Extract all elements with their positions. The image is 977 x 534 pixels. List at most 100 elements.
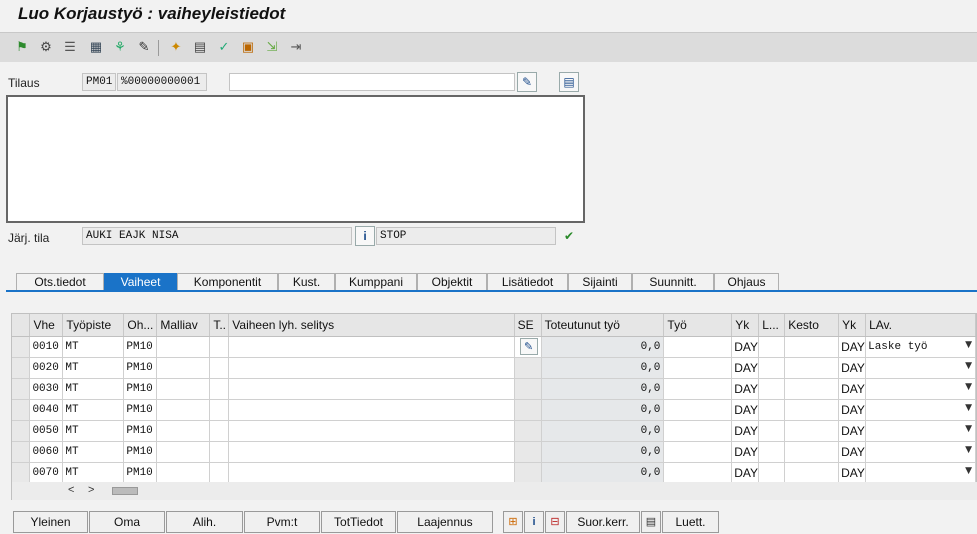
table-row[interactable]: 0060 MT PM10 0,0 DAY DAY ▼ [12,441,976,463]
execution-factor-button[interactable]: Suor.kerr. [566,511,640,533]
cell-l[interactable] [758,378,786,400]
cell-duration[interactable] [784,462,840,484]
cell-short-text[interactable] [228,378,515,400]
cell-unit[interactable]: DAY [731,336,760,358]
row-selector[interactable] [12,441,31,463]
cell-unit-2[interactable]: DAY [838,399,867,421]
cell-standard-text[interactable] [156,420,211,442]
col-header-duration[interactable]: Kesto [784,314,840,337]
cell-calc-key[interactable]: ▼ [865,399,976,421]
status-change-button[interactable]: ✔ [559,226,579,246]
cell-l[interactable] [758,420,786,442]
cell-operation[interactable]: 0040 [29,399,64,421]
cell-standard-text[interactable] [156,399,211,421]
print-icon[interactable]: ▣ [240,39,256,55]
edit-icon[interactable]: ✎ [136,39,152,55]
delete-rows-button[interactable]: ⊟ [545,511,565,533]
list-button[interactable]: ▤ [641,511,661,533]
cell-se[interactable] [514,420,542,442]
col-header-se[interactable]: SE [514,314,542,337]
cell-standard-text[interactable] [156,357,211,379]
col-header-control-key[interactable]: Oh... [123,314,158,337]
cell-unit[interactable]: DAY [731,378,760,400]
cell-operation[interactable]: 0010 [29,336,64,358]
cell-l[interactable] [758,399,786,421]
forward-icon[interactable]: ⇥ [288,39,304,55]
row-selector[interactable] [12,462,31,484]
cell-work[interactable] [663,420,733,442]
table-row[interactable]: 0010 MT PM10 ✎ 0,0 DAY DAY Laske työ ▼ [12,336,976,358]
cell-se[interactable] [514,441,542,463]
cell-unit-2[interactable]: DAY [838,462,867,484]
cell-calc-key[interactable]: Laske työ ▼ [865,336,976,358]
cell-se[interactable] [514,399,542,421]
enhancement-button[interactable]: Laajennus [397,511,493,533]
order-number-field[interactable]: %00000000001 [117,73,207,91]
row-selector[interactable] [12,420,31,442]
order-type-field[interactable]: PM01 [82,73,116,91]
scroll-right-button[interactable]: > [88,484,94,496]
tab-header-data[interactable]: Ots.tiedot [16,273,104,291]
col-header-actual-work[interactable]: Toteutunut työ [541,314,665,337]
actual-data-button[interactable]: TotTiedot [321,511,396,533]
scroll-left-button[interactable]: < [68,484,74,496]
cell-standard-text[interactable] [156,441,211,463]
cell-calc-key[interactable]: ▼ [865,378,976,400]
row-selector[interactable] [12,336,31,358]
cell-duration[interactable] [784,336,840,358]
general-button[interactable]: Yleinen [13,511,88,533]
cell-work[interactable] [663,462,733,484]
col-header-unit-2[interactable]: Yk [838,314,867,337]
col-header-t[interactable]: T.. [209,314,230,337]
cell-work[interactable] [663,378,733,400]
cell-operation[interactable]: 0020 [29,357,64,379]
cell-se[interactable] [514,357,542,379]
cell-control-key[interactable]: PM10 [123,399,158,421]
list-icon[interactable]: ☰ [62,39,78,55]
cell-work-center[interactable]: MT [62,420,125,442]
row-selector[interactable] [12,378,31,400]
cell-t[interactable] [209,441,230,463]
cell-standard-text[interactable] [156,462,211,484]
tab-operations[interactable]: Vaiheet [104,273,177,291]
settings-icon[interactable]: ⚙ [38,39,54,55]
dates-button[interactable]: Pvm:t [244,511,320,533]
cell-short-text[interactable] [228,462,515,484]
col-header-l[interactable]: L... [758,314,786,337]
cell-work-center[interactable]: MT [62,378,125,400]
order-description-field[interactable] [229,73,515,91]
dropdown-arrow-icon[interactable]: ▼ [965,361,972,371]
cell-work-center[interactable]: MT [62,336,125,358]
cell-control-key[interactable]: PM10 [123,441,158,463]
cell-work-center[interactable]: MT [62,357,125,379]
col-header-work[interactable]: Työ [663,314,733,337]
cell-se[interactable]: ✎ [514,336,542,358]
cell-l[interactable] [758,357,786,379]
cell-control-key[interactable]: PM10 [123,378,158,400]
cell-calc-key[interactable]: ▼ [865,357,976,379]
dropdown-arrow-icon[interactable]: ▼ [965,445,972,455]
tab-objects[interactable]: Objektit [417,273,487,291]
col-header-calc-key[interactable]: LAv. [865,314,976,337]
cell-short-text[interactable] [228,357,515,379]
order-detail-button[interactable]: ▤ [559,72,579,92]
cell-short-text[interactable] [228,441,515,463]
cell-se[interactable] [514,462,542,484]
edit-icon[interactable]: ✎ [519,338,538,355]
cell-short-text[interactable] [228,420,515,442]
cell-operation[interactable]: 0060 [29,441,64,463]
structure-button[interactable]: ⊞ [503,511,523,533]
cell-control-key[interactable]: PM10 [123,462,158,484]
cell-standard-text[interactable] [156,336,211,358]
dropdown-arrow-icon[interactable]: ▼ [965,382,972,392]
cell-t[interactable] [209,378,230,400]
col-header-short-text[interactable]: Vaiheen lyh. selitys [228,314,515,337]
cell-work-center[interactable]: MT [62,441,125,463]
table-row[interactable]: 0040 MT PM10 0,0 DAY DAY ▼ [12,399,976,421]
cell-work[interactable] [663,399,733,421]
cell-l[interactable] [758,462,786,484]
info-button[interactable]: i [524,511,544,533]
tab-components[interactable]: Komponentit [177,273,278,291]
cell-duration[interactable] [784,357,840,379]
dropdown-arrow-icon[interactable]: ▼ [965,424,972,434]
